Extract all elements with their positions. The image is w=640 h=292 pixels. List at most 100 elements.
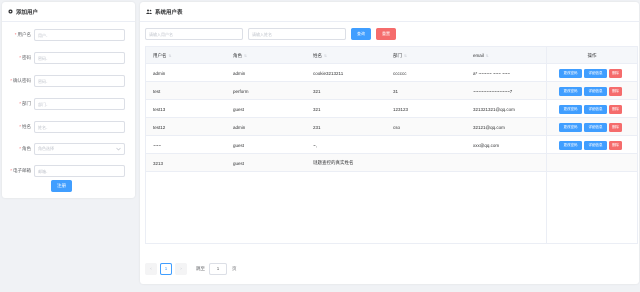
user-table-header: 系统用户表: [140, 2, 639, 22]
users-icon: [146, 9, 152, 14]
delete-button[interactable]: 删除: [609, 122, 622, 132]
cell-username: admin: [153, 70, 166, 76]
register-button[interactable]: 注册: [51, 180, 72, 192]
th-department[interactable]: 部门 ⇅: [386, 47, 407, 64]
delete-button[interactable]: 删除: [609, 68, 622, 78]
password-label: 密码: [22, 55, 31, 60]
details-button[interactable]: 详细信息: [584, 122, 607, 132]
th-role[interactable]: 角色 ⇅: [226, 47, 247, 64]
th-username[interactable]: 用户名 ⇅: [146, 47, 171, 64]
add-user-card: 添加用户 *用户名 *密码 *确认密码 *部门 *姓名 *角色 角色选择: [2, 2, 135, 198]
goto-label: 跳至: [196, 265, 205, 271]
cell-operations: 更改密码 详细信息 删除: [546, 100, 637, 118]
cell-username: test13: [153, 106, 166, 112]
sort-icon[interactable]: ⇅: [486, 54, 489, 58]
cell-email: a* ~~~~~ ~~~ ~~~: [473, 70, 510, 76]
details-button[interactable]: 详细信息: [584, 68, 607, 78]
add-user-header: 添加用户: [2, 2, 135, 22]
form-row-role: *角色 角色选择: [2, 142, 135, 156]
cell-email: [466, 154, 546, 172]
table-row: test13 guest 321 123123 321321321@qq.com…: [146, 100, 637, 118]
cell-email: 32121@qq.com: [473, 124, 505, 130]
cell-role: guest: [233, 106, 245, 112]
sort-icon[interactable]: ⇅: [404, 54, 407, 58]
gear-icon: [8, 9, 13, 14]
search-name-input[interactable]: [248, 28, 346, 40]
operations-divider: [546, 47, 547, 243]
cell-department: 31: [393, 88, 399, 94]
prev-page-button[interactable]: ‹: [145, 262, 157, 275]
th-operations: 操作: [546, 47, 637, 64]
cell-name: 谜题查控的真实姓名: [313, 160, 354, 165]
cell-operations: 更改密码 详细信息 删除: [546, 118, 637, 136]
change-password-button[interactable]: 更改密码: [559, 68, 582, 78]
cell-role: admin: [233, 124, 246, 130]
role-label: 角色: [22, 146, 31, 151]
goto-page-input[interactable]: [209, 262, 227, 275]
user-table: 用户名 ⇅ 角色 ⇅ 姓名 ⇅ 部门 ⇅ email ⇅ 操作 admin admin c…: [145, 46, 638, 244]
username-field[interactable]: [34, 29, 125, 41]
cell-operations: 更改密码 详细信息 删除: [546, 136, 637, 154]
sort-icon[interactable]: ⇅: [169, 54, 172, 58]
page-suffix: 页: [232, 265, 237, 271]
form-row-password: *密码: [2, 51, 135, 65]
cell-name: cookie3213211: [313, 70, 344, 76]
next-page-button[interactable]: ›: [175, 262, 187, 275]
change-password-button[interactable]: 更改密码: [559, 86, 582, 96]
cell-email: ~~~~~~~~~~~~~~7: [473, 88, 513, 94]
delete-button[interactable]: 删除: [609, 86, 622, 96]
name-label: 姓名: [22, 124, 31, 129]
email-field[interactable]: [34, 165, 125, 177]
reset-button[interactable]: 重置: [376, 28, 396, 40]
table-row: admin admin cookie3213211 cccccc a* ~~~~…: [146, 64, 637, 82]
cell-username: test12: [153, 124, 166, 130]
cell-name: 321: [313, 88, 321, 94]
cell-department: 123123: [393, 106, 409, 112]
email-label: 电子邮箱: [13, 168, 31, 173]
delete-button[interactable]: 删除: [609, 104, 622, 114]
cell-name: 231: [313, 124, 321, 130]
cell-username: test: [153, 88, 161, 94]
search-username-input[interactable]: [145, 28, 243, 40]
page-number[interactable]: 1: [160, 262, 172, 275]
cell-email: 321321321@qq.com: [473, 106, 515, 112]
table-row: ~~~ guest ~, xxx@qq.com 更改密码 详细信息 删除: [146, 136, 637, 154]
details-button[interactable]: 详细信息: [584, 140, 607, 150]
username-label: 用户名: [17, 32, 32, 37]
department-label: 部门: [22, 101, 31, 106]
table-row: 3213 guest 谜题查控的真实姓名: [146, 154, 637, 172]
form-row-username: *用户名: [2, 28, 135, 42]
role-select[interactable]: 角色选择: [34, 143, 125, 155]
department-field[interactable]: [34, 98, 125, 110]
change-password-button[interactable]: 更改密码: [559, 104, 582, 114]
name-field[interactable]: [34, 121, 125, 133]
confirm-password-label: 确认密码: [13, 78, 31, 83]
cell-department: [386, 154, 466, 172]
user-table-title: 系统用户表: [155, 9, 183, 16]
change-password-button[interactable]: 更改密码: [559, 140, 582, 150]
th-email[interactable]: email ⇅: [466, 47, 489, 64]
confirm-password-field[interactable]: [34, 75, 125, 87]
cell-role: guest: [233, 142, 245, 148]
delete-button[interactable]: 删除: [609, 140, 622, 150]
change-password-button[interactable]: 更改密码: [559, 122, 582, 132]
add-user-title: 添加用户: [16, 9, 39, 16]
table-row: test perform 321 31 ~~~~~~~~~~~~~~7 更改密码…: [146, 82, 637, 100]
cell-name: ~,: [313, 142, 317, 148]
cell-department: cccccc: [393, 70, 407, 76]
sort-icon[interactable]: ⇅: [324, 54, 327, 58]
query-button[interactable]: 查询: [351, 28, 371, 40]
sort-icon[interactable]: ⇅: [244, 54, 247, 58]
chevron-down-icon: [116, 147, 121, 152]
role-select-placeholder: 角色选择: [38, 146, 54, 151]
cell-role: admin: [233, 70, 246, 76]
details-button[interactable]: 详细信息: [584, 86, 607, 96]
password-field[interactable]: [34, 52, 125, 64]
cell-email: xxx@qq.com: [473, 142, 500, 148]
cell-department: cso: [393, 124, 401, 130]
details-button[interactable]: 详细信息: [584, 104, 607, 114]
th-name[interactable]: 姓名 ⇅: [306, 47, 327, 64]
cell-operations: 更改密码 详细信息 删除: [546, 64, 637, 82]
table-header-row: 用户名 ⇅ 角色 ⇅ 姓名 ⇅ 部门 ⇅ email ⇅ 操作: [146, 47, 637, 64]
cell-role: guest: [233, 160, 245, 166]
